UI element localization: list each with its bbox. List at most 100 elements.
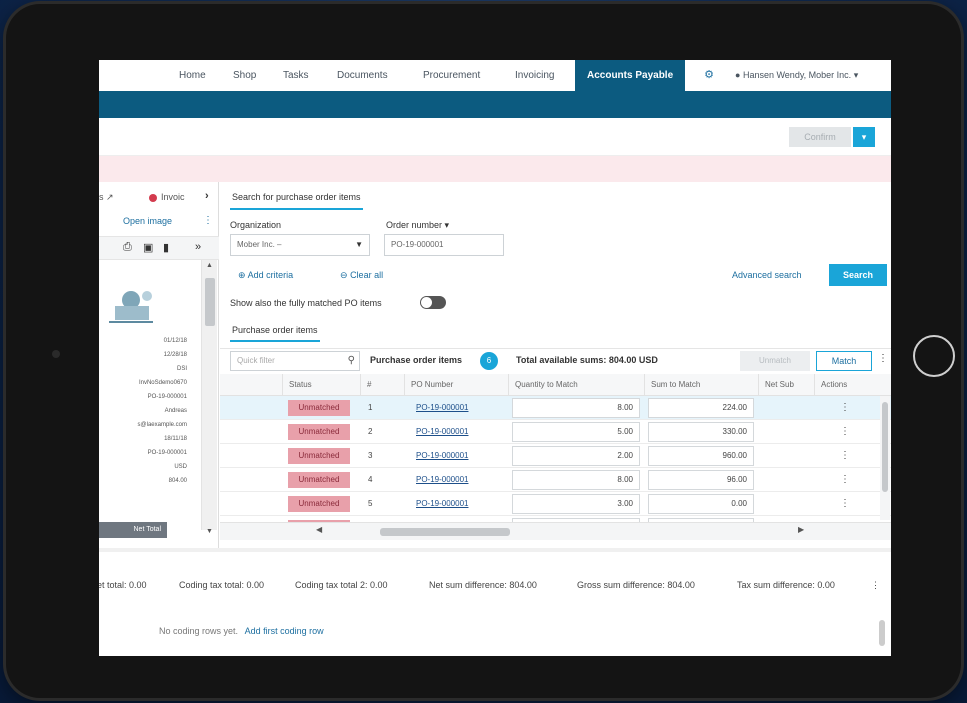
show-matched-toggle[interactable] xyxy=(420,296,446,309)
camera-icon xyxy=(52,350,60,358)
po-number-link[interactable]: PO-19-000001 xyxy=(416,468,468,492)
quantity-input[interactable]: 8.00 xyxy=(512,398,640,418)
row-actions-icon[interactable]: ⋮ xyxy=(840,492,850,516)
unmatch-button[interactable]: Unmatch xyxy=(740,351,810,371)
sum-input[interactable]: 330.00 xyxy=(648,422,754,442)
gross-sum-difference: Gross sum difference: 804.00 xyxy=(577,580,695,590)
tab-procurement[interactable]: Procurement xyxy=(421,60,482,91)
tab-accounts-payable[interactable]: Accounts Payable xyxy=(575,60,686,91)
column-net-sub[interactable]: Net Sub xyxy=(758,374,814,396)
table-row[interactable]: Unmatched 2 PO-19-000001 5.00 330.00 ⋮ xyxy=(220,420,891,444)
quick-filter-input[interactable]: Quick filter ⚲ xyxy=(230,351,360,371)
doc-value: 804.00 xyxy=(168,478,187,484)
notification-bar xyxy=(99,156,891,182)
doc-value: DSI xyxy=(176,366,187,372)
quantity-input[interactable]: 3.00 xyxy=(512,494,640,514)
user-menu[interactable]: ● Hansen Wendy, Mober Inc. ▾ xyxy=(735,60,858,91)
add-criteria-button[interactable]: ⊕ Add criteria xyxy=(238,270,293,281)
open-image-link[interactable]: Open image xyxy=(123,216,172,226)
tablet-frame: Home Shop Tasks Documents Procurement In… xyxy=(6,4,961,698)
more-options-icon[interactable]: ⋮ xyxy=(878,353,888,364)
row-actions-icon[interactable]: ⋮ xyxy=(840,444,850,468)
table-row[interactable]: Unmatched 3 PO-19-000001 2.00 960.00 ⋮ xyxy=(220,444,891,468)
sum-input[interactable]: 96.00 xyxy=(648,470,754,490)
column-actions[interactable]: Actions xyxy=(814,374,880,396)
net-sum-difference: Net sum difference: 804.00 xyxy=(429,580,537,590)
po-number-link[interactable]: PO-19-000001 xyxy=(416,444,468,468)
tab-images[interactable]: s ↗ xyxy=(99,192,114,203)
top-navigation: Home Shop Tasks Documents Procurement In… xyxy=(99,60,891,91)
clear-all-button[interactable]: ⊖ Clear all xyxy=(340,270,383,281)
column-status[interactable]: Status xyxy=(282,374,360,396)
order-number-label[interactable]: Order number ▾ xyxy=(386,220,449,231)
sum-input[interactable]: 0.00 xyxy=(648,494,754,514)
scroll-thumb[interactable] xyxy=(380,528,510,536)
doc-value: 18/11/18 xyxy=(164,436,187,442)
scroll-left-icon[interactable]: ◀ xyxy=(316,525,322,534)
status-badge: Unmatched xyxy=(288,424,350,440)
table-row[interactable]: Unmatched 4 PO-19-000001 8.00 96.00 ⋮ xyxy=(220,468,891,492)
grid-vertical-scrollbar[interactable] xyxy=(880,396,890,520)
row-number: 1 xyxy=(368,403,373,412)
column-number[interactable]: # xyxy=(360,374,404,396)
organization-select[interactable]: Mober Inc. – ▼ xyxy=(230,234,370,256)
confirm-button[interactable]: Confirm xyxy=(789,127,851,147)
net-total-bar: Net Total xyxy=(99,522,167,538)
scroll-down-icon[interactable]: ▼ xyxy=(206,528,213,535)
add-first-coding-row-link[interactable]: Add first coding row xyxy=(245,626,324,636)
column-po-number[interactable]: PO Number xyxy=(404,374,508,396)
coding-empty-state: No coding rows yet. Add first coding row xyxy=(159,626,324,636)
quantity-input[interactable]: 5.00 xyxy=(512,422,640,442)
confirm-dropdown-button[interactable]: ▾ xyxy=(853,127,875,147)
sum-input[interactable]: 960.00 xyxy=(648,446,754,466)
gear-icon[interactable]: ⚙ xyxy=(699,60,719,91)
advanced-search-link[interactable]: Advanced search xyxy=(732,270,802,280)
coding-scrollbar[interactable] xyxy=(879,620,885,646)
coding-tax-total: Coding tax total: 0.00 xyxy=(179,580,265,590)
search-button[interactable]: Search xyxy=(829,264,887,286)
tab-home[interactable]: Home xyxy=(177,60,208,91)
scroll-thumb[interactable] xyxy=(205,278,215,326)
item-count-badge: 6 xyxy=(480,352,498,370)
tab-purchase-order-items[interactable]: Purchase order items xyxy=(230,322,320,342)
row-number: 3 xyxy=(368,451,373,460)
table-row[interactable]: Unmatched 5 PO-19-000001 3.00 0.00 ⋮ xyxy=(220,492,891,516)
scroll-right-icon[interactable]: ▶ xyxy=(798,525,804,534)
expand-icon[interactable]: » xyxy=(195,241,201,253)
home-button[interactable] xyxy=(913,335,955,377)
order-number-input[interactable]: PO-19-000001 xyxy=(384,234,504,256)
column-sum-to-match[interactable]: Sum to Match xyxy=(644,374,758,396)
print-icon[interactable]: ⎙ xyxy=(123,241,132,254)
more-options-icon[interactable]: ⋮ xyxy=(871,580,880,591)
scroll-up-icon[interactable]: ▲ xyxy=(206,262,213,269)
doc-value: PO-19-000001 xyxy=(147,394,187,400)
tab-documents[interactable]: Documents xyxy=(335,60,390,91)
folder-icon[interactable]: ▣ xyxy=(143,241,153,254)
tab-invoice[interactable]: Invoic xyxy=(161,192,185,202)
column-quantity-to-match[interactable]: Quantity to Match xyxy=(508,374,644,396)
document-scrollbar[interactable]: ▲ ▼ xyxy=(201,260,217,535)
row-actions-icon[interactable]: ⋮ xyxy=(840,396,850,420)
coding-tax-total-2: Coding tax total 2: 0.00 xyxy=(295,580,388,590)
row-actions-icon[interactable]: ⋮ xyxy=(840,468,850,492)
tab-tasks[interactable]: Tasks xyxy=(281,60,311,91)
po-number-link[interactable]: PO-19-000001 xyxy=(416,396,468,420)
quantity-input[interactable]: 8.00 xyxy=(512,470,640,490)
organization-label: Organization xyxy=(230,220,282,230)
doc-value: PO-19-000001 xyxy=(147,450,187,456)
panel-splitter[interactable] xyxy=(99,548,891,552)
po-number-link[interactable]: PO-19-000001 xyxy=(416,420,468,444)
match-button[interactable]: Match xyxy=(816,351,872,371)
sum-input[interactable]: 224.00 xyxy=(648,398,754,418)
chevron-right-icon[interactable]: › xyxy=(205,190,209,202)
more-options-icon[interactable]: ⋮ xyxy=(203,215,213,226)
po-number-link[interactable]: PO-19-000001 xyxy=(416,492,468,516)
tab-invoicing[interactable]: Invoicing xyxy=(513,60,556,91)
grid-horizontal-scrollbar[interactable]: ◀ ▶ xyxy=(220,522,891,540)
quantity-input[interactable]: 2.00 xyxy=(512,446,640,466)
row-actions-icon[interactable]: ⋮ xyxy=(840,420,850,444)
bookmark-icon[interactable]: ▮ xyxy=(163,241,169,254)
table-row[interactable]: Unmatched 1 PO-19-000001 8.00 224.00 ⋮ xyxy=(220,396,891,420)
tab-search-po-items[interactable]: Search for purchase order items xyxy=(230,188,363,210)
tab-shop[interactable]: Shop xyxy=(231,60,258,91)
